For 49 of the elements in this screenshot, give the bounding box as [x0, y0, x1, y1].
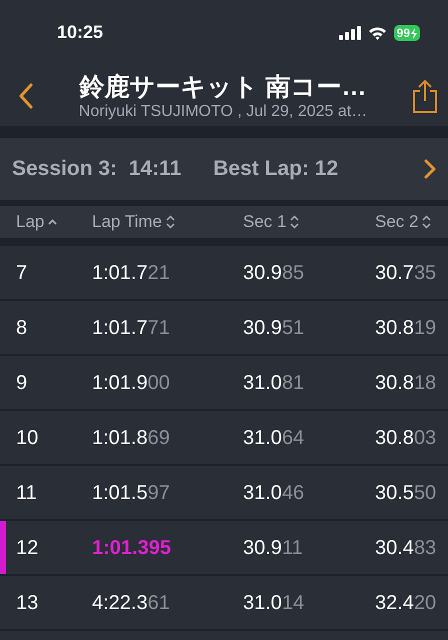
table-cell: 30.985 [243, 262, 304, 284]
table-row[interactable]: 11 1:01.597 31.046 30.550 [0, 466, 448, 521]
table-cell: 30.735 [375, 262, 436, 284]
lap-number: 12 [16, 536, 38, 558]
back-icon[interactable] [18, 83, 34, 109]
table-row[interactable]: 7 1:01.721 30.985 30.735 [0, 246, 448, 301]
session-label: Session 3: 14:11 [12, 156, 182, 182]
table-cell: 30.818 [375, 372, 436, 394]
table-cell: 30.951 [243, 316, 304, 338]
lap-number: 9 [16, 372, 28, 394]
chevron-right-icon[interactable] [424, 159, 436, 179]
battery-indicator: 99 [394, 25, 420, 41]
table-cell: 32.420 [375, 592, 436, 614]
table-cell: 30.819 [375, 316, 436, 338]
column-header[interactable]: Lap [16, 209, 44, 235]
best-lap-label: Best Lap: 12 [213, 156, 338, 182]
table-cell: 1:01.771 [92, 316, 170, 338]
table-cell: 1:01.900 [92, 372, 170, 394]
table-cell: 31.064 [243, 426, 304, 448]
table-row[interactable]: 10 1:01.869 31.064 30.803 [0, 411, 448, 466]
wifi-icon [368, 26, 387, 40]
column-header[interactable]: Sec 2 [375, 209, 418, 235]
column-header[interactable]: Sec 1 [243, 209, 286, 235]
lap-number: 10 [16, 426, 38, 448]
table-cell: 31.081 [243, 372, 304, 394]
lap-number: 11 [16, 482, 37, 504]
lap-number: 7 [16, 262, 28, 284]
lap-number: 13 [16, 592, 38, 614]
table-row[interactable]: 9 1:01.900 31.081 30.818 [0, 356, 448, 411]
table-cell: 30.483 [375, 536, 436, 558]
table-cell: 1:01.869 [92, 426, 170, 448]
page-subtitle: Noriyuki TSUJIMOTO , Jul 29, 2025 at… [78, 102, 368, 120]
table-row[interactable]: 13 4:22.361 31.014 32.420 [0, 576, 448, 631]
table-cell: 30.803 [375, 426, 436, 448]
table-cell: 1:01.721 [92, 262, 170, 284]
share-icon[interactable] [412, 79, 438, 113]
lap-number: 8 [16, 316, 28, 338]
table-cell: 31.046 [243, 482, 304, 504]
table-cell: 30.911 [243, 536, 303, 558]
table-cell: 30.550 [375, 482, 436, 504]
table-cell: 31.014 [243, 592, 304, 614]
page-title: 鈴鹿サーキット 南コー… [78, 72, 368, 102]
table-cell: 4:22.361 [92, 592, 170, 614]
table-cell: 1:01.597 [92, 482, 170, 504]
signal-icon [338, 26, 361, 40]
column-header[interactable]: Lap Time [92, 209, 162, 235]
table-cell: 1:01.395 [92, 536, 171, 558]
table-row[interactable]: 8 1:01.771 30.951 30.819 [0, 301, 448, 356]
status-time: 10:25 [57, 22, 104, 42]
